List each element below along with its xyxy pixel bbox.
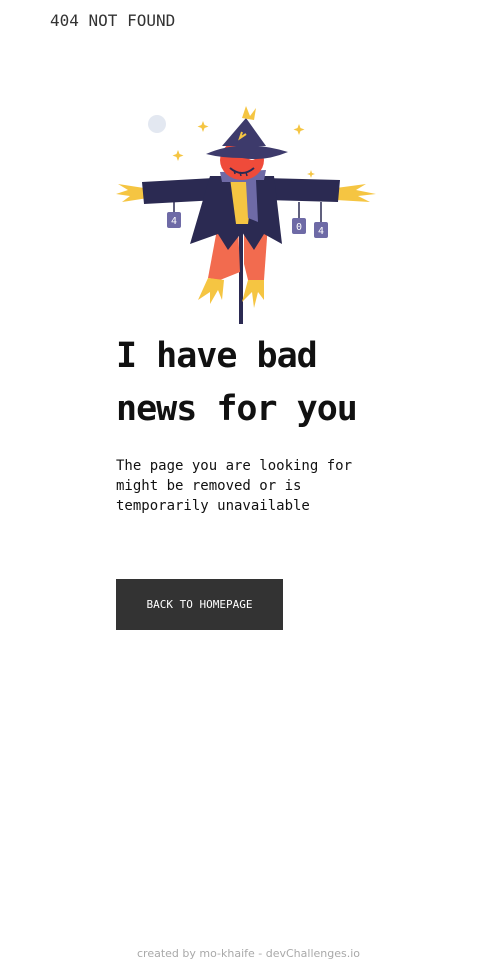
page-title-line2: news for you <box>116 389 358 429</box>
can-left-text: 4 <box>171 216 177 227</box>
can-right-text: 4 <box>318 226 324 237</box>
footer-credit: created by mo-khaife - devChallenges.io <box>136 947 360 960</box>
straw-right <box>336 184 376 202</box>
hat-brim <box>206 145 288 160</box>
page-title: I have bad news for you <box>116 330 416 436</box>
error-message-line3: temporarily unavailable <box>116 498 310 514</box>
moon-icon <box>148 115 166 133</box>
error-message-line1: The page you are looking for <box>116 458 353 474</box>
hat-straw <box>242 106 256 120</box>
pole <box>239 224 243 324</box>
error-message: The page you are looking for might be rem… <box>116 456 366 516</box>
scarecrow-icon: 4 0 4 <box>116 106 376 324</box>
can-mid-text: 0 <box>296 222 302 233</box>
site-logo[interactable]: 404 NOT FOUND <box>50 11 175 30</box>
page-title-line1: I have bad <box>116 336 318 376</box>
straw-foot-left <box>198 278 224 304</box>
error-message-line2: might be removed or is <box>116 478 302 494</box>
hat-top <box>222 118 266 146</box>
back-to-homepage-button[interactable]: BACK TO HOMEPAGE <box>116 579 283 630</box>
straw-foot-right <box>242 280 264 308</box>
